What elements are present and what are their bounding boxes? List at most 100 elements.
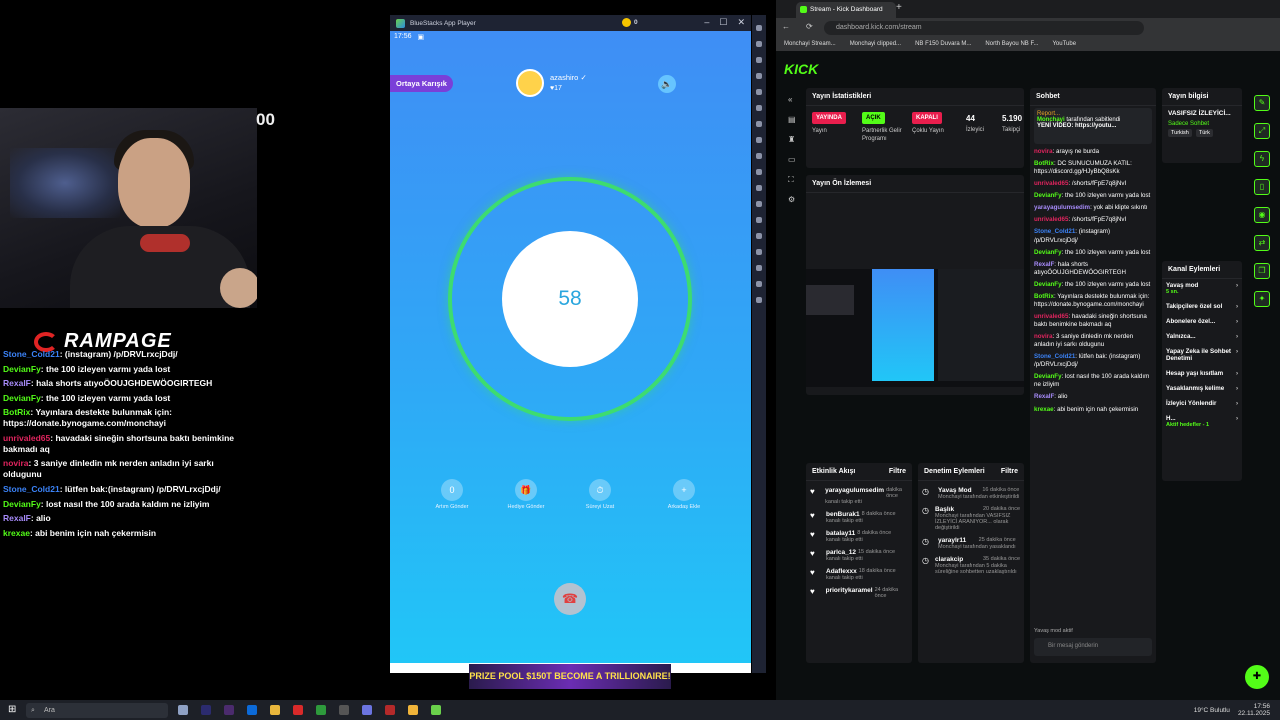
app-action-button[interactable]: + Arkadaş Ekle [654,479,714,511]
chat-username[interactable]: RexalF [1034,261,1054,268]
status-badge[interactable]: YAYINDA Yayın [812,112,858,136]
reload-icon[interactable]: ⟳ [806,22,813,31]
channel-action-item[interactable]: Takipçilere özel sol › [1162,300,1242,315]
chrome-icon[interactable] [408,705,418,715]
bookmark-item[interactable]: Monchayi clipped... [850,38,901,51]
chat-username[interactable]: novira [1034,333,1053,340]
sidebar-tool-icon[interactable] [756,153,762,159]
channel-action-item[interactable]: Yavaş mod 5 sn. › [1162,279,1242,300]
edit-icon[interactable]: ✎ [1254,95,1270,111]
channel-action-item[interactable]: Yalnızca... › [1162,330,1242,345]
moderation-filter-button[interactable]: Filtre [1001,468,1018,475]
nav-crop-icon[interactable]: ⛶ [788,175,798,185]
app-icon[interactable] [224,705,234,715]
photoshop-icon[interactable] [247,705,257,715]
opera-icon[interactable] [293,705,303,715]
sidebar-tool-icon[interactable] [756,57,762,63]
chat-username[interactable]: RexalF [1034,393,1054,400]
hangup-button[interactable]: ☎ [554,583,586,615]
sidebar-tool-icon[interactable] [756,169,762,175]
chat-message[interactable]: krexae: abi benim için nah çekermisin [1034,406,1152,414]
activity-item[interactable]: ♥ Adaflexxx 18 dakika önce kanalı takip ett… [810,568,908,581]
chat-username[interactable]: yarayagulumsedim [1034,204,1090,211]
copy-icon[interactable]: ❐ [1254,263,1270,279]
chat-username[interactable]: BotRix [1034,160,1054,167]
app-action-button[interactable]: 🎁 Hediye Gönder [496,479,556,511]
app2-icon[interactable] [385,705,395,715]
bookmark-item[interactable]: YouTube [1052,38,1076,51]
sidebar-tool-icon[interactable] [756,105,762,111]
new-tab-icon[interactable]: + [896,2,902,13]
chat-username[interactable]: DevianFy [1034,281,1062,288]
xbox-icon[interactable] [316,705,326,715]
minimize-icon[interactable]: – [704,17,709,28]
sidebar-tool-icon[interactable] [756,297,762,303]
chat-username[interactable]: unrivaled65 [1034,180,1068,187]
taskbar-search[interactable]: ⌕ Ara [26,702,168,718]
chat-username[interactable]: Stone_Cold21 [1034,353,1075,360]
sidebar-tool-icon[interactable] [756,89,762,95]
maximize-icon[interactable]: ☐ [719,17,727,28]
chat-message[interactable]: BotRix: DC SUNUCUMUZA KATIL: https://dis… [1034,160,1152,176]
explorer-icon[interactable] [270,705,280,715]
channel-action-item[interactable]: Abonelere özel... › [1162,315,1242,330]
chat-username[interactable]: unrivaled65 [1034,313,1068,320]
channel-action-item[interactable]: İzleyici Yönlendir › [1162,397,1242,412]
chat-message[interactable]: Stone_Cold21: (instagram) /p/DRVLrxcjDdj… [1034,228,1152,244]
expand-icon[interactable]: ⤢ [1254,123,1270,139]
activity-item[interactable]: ♥ prioritykaramel 24 dakika önce [810,587,908,599]
preview-video[interactable] [806,269,1024,387]
chat-message[interactable]: Stone_Cold21: lütfen bak: (instagram) /p… [1034,353,1152,369]
chat-username[interactable]: Stone_Cold21 [1034,228,1075,235]
channel-action-item[interactable]: Yasaklanmış kelime › [1162,382,1242,397]
app-action-button[interactable]: ⏱ Süreyi Uzat [570,479,630,511]
nav-gear-icon[interactable]: ⚙ [788,195,798,205]
coin-counter[interactable]: 0 [622,18,638,27]
moderation-item[interactable]: ◷ Yavaş Mod 16 dakika önce Monchayi tarafın… [922,487,1020,500]
sidebar-tool-icon[interactable] [756,25,762,31]
chat-message[interactable]: RexalF: alio [1034,393,1152,401]
chat-message[interactable]: DevianFy: the 100 izleyen varmı yada los… [1034,192,1152,200]
nav-trophy-icon[interactable]: ♜ [788,135,798,145]
nav-monitor-icon[interactable]: ▭ [788,155,798,165]
bolt-icon[interactable]: ϟ [1254,151,1270,167]
windows-start-icon[interactable]: ⊞ [8,704,16,715]
chat-message[interactable]: RexalF: hala shorts atıyoÖOUJGHDEWÖOGIRT… [1034,261,1152,277]
chat-username[interactable]: BotRix [1034,293,1054,300]
chat-username[interactable]: unrivaled65 [1034,216,1068,223]
bookmark-item[interactable]: NB F150 Duvara M... [915,38,971,51]
chat-message[interactable]: DevianFy: the 100 izleyen varmı yada los… [1034,249,1152,257]
chat-message[interactable]: DevianFy: lost nasıl the 100 arada kaldı… [1034,373,1152,389]
close-icon[interactable]: ✕ [737,17,745,28]
channel-action-item[interactable]: H... Aktif hedefler - 1 › [1162,412,1242,433]
chat-message[interactable]: yarayagulumsedim: yok abi klipte sıkıntı [1034,204,1152,212]
status-badge[interactable]: AÇIK Partnerlik Gelir Programı [862,112,908,144]
premiere-icon[interactable] [201,705,211,715]
activity-item[interactable]: ♥ benBurak1 8 dakika önce kanalı takip etti [810,511,908,524]
chat-message[interactable]: unrivaled65: /shorts/fFpE7q8jNvI [1034,216,1152,224]
back-icon[interactable]: ← [782,22,790,31]
sidebar-tool-icon[interactable] [756,73,762,79]
sidebar-tool-icon[interactable] [756,233,762,239]
chat-message[interactable]: BotRix: Yayınlara destekte bulunmak için… [1034,293,1152,309]
chat-message[interactable]: unrivaled65: havadaki sineğin shortsuna … [1034,313,1152,329]
sidebar-tool-icon[interactable] [756,217,762,223]
nav-expand-icon[interactable]: « [788,95,798,105]
chat-username[interactable]: DevianFy [1034,249,1062,256]
activity-filter-button[interactable]: Filtre [889,468,906,475]
chat-message[interactable]: novira: arayış ne burda [1034,148,1152,156]
avatar[interactable] [516,69,544,97]
ad-banner[interactable]: PRIZE POOL $150T BECOME A TRILLIONAIRE! [469,664,671,689]
tab-kick-dashboard[interactable]: Stream - Kick Dashboard [796,2,896,18]
chat-username[interactable]: DevianFy [1034,373,1062,380]
sidebar-tool-icon[interactable] [756,249,762,255]
channel-action-item[interactable]: Hesap yaşı kısıtlam › [1162,367,1242,382]
tag-chip[interactable]: Turkish [1168,129,1192,137]
chat-input[interactable]: Bir mesaj gönderin [1034,638,1152,656]
chat-message[interactable]: unrivaled65: /shorts/fFpE7q8jNvI [1034,180,1152,188]
speaker-icon[interactable]: 🔈 [658,75,676,93]
bluestacks-icon[interactable] [431,705,441,715]
wrench-icon[interactable]: ✦ [1254,291,1270,307]
chat-message[interactable]: novira: 3 saniye dinledin mk nerden anla… [1034,333,1152,349]
sidebar-tool-icon[interactable] [756,137,762,143]
